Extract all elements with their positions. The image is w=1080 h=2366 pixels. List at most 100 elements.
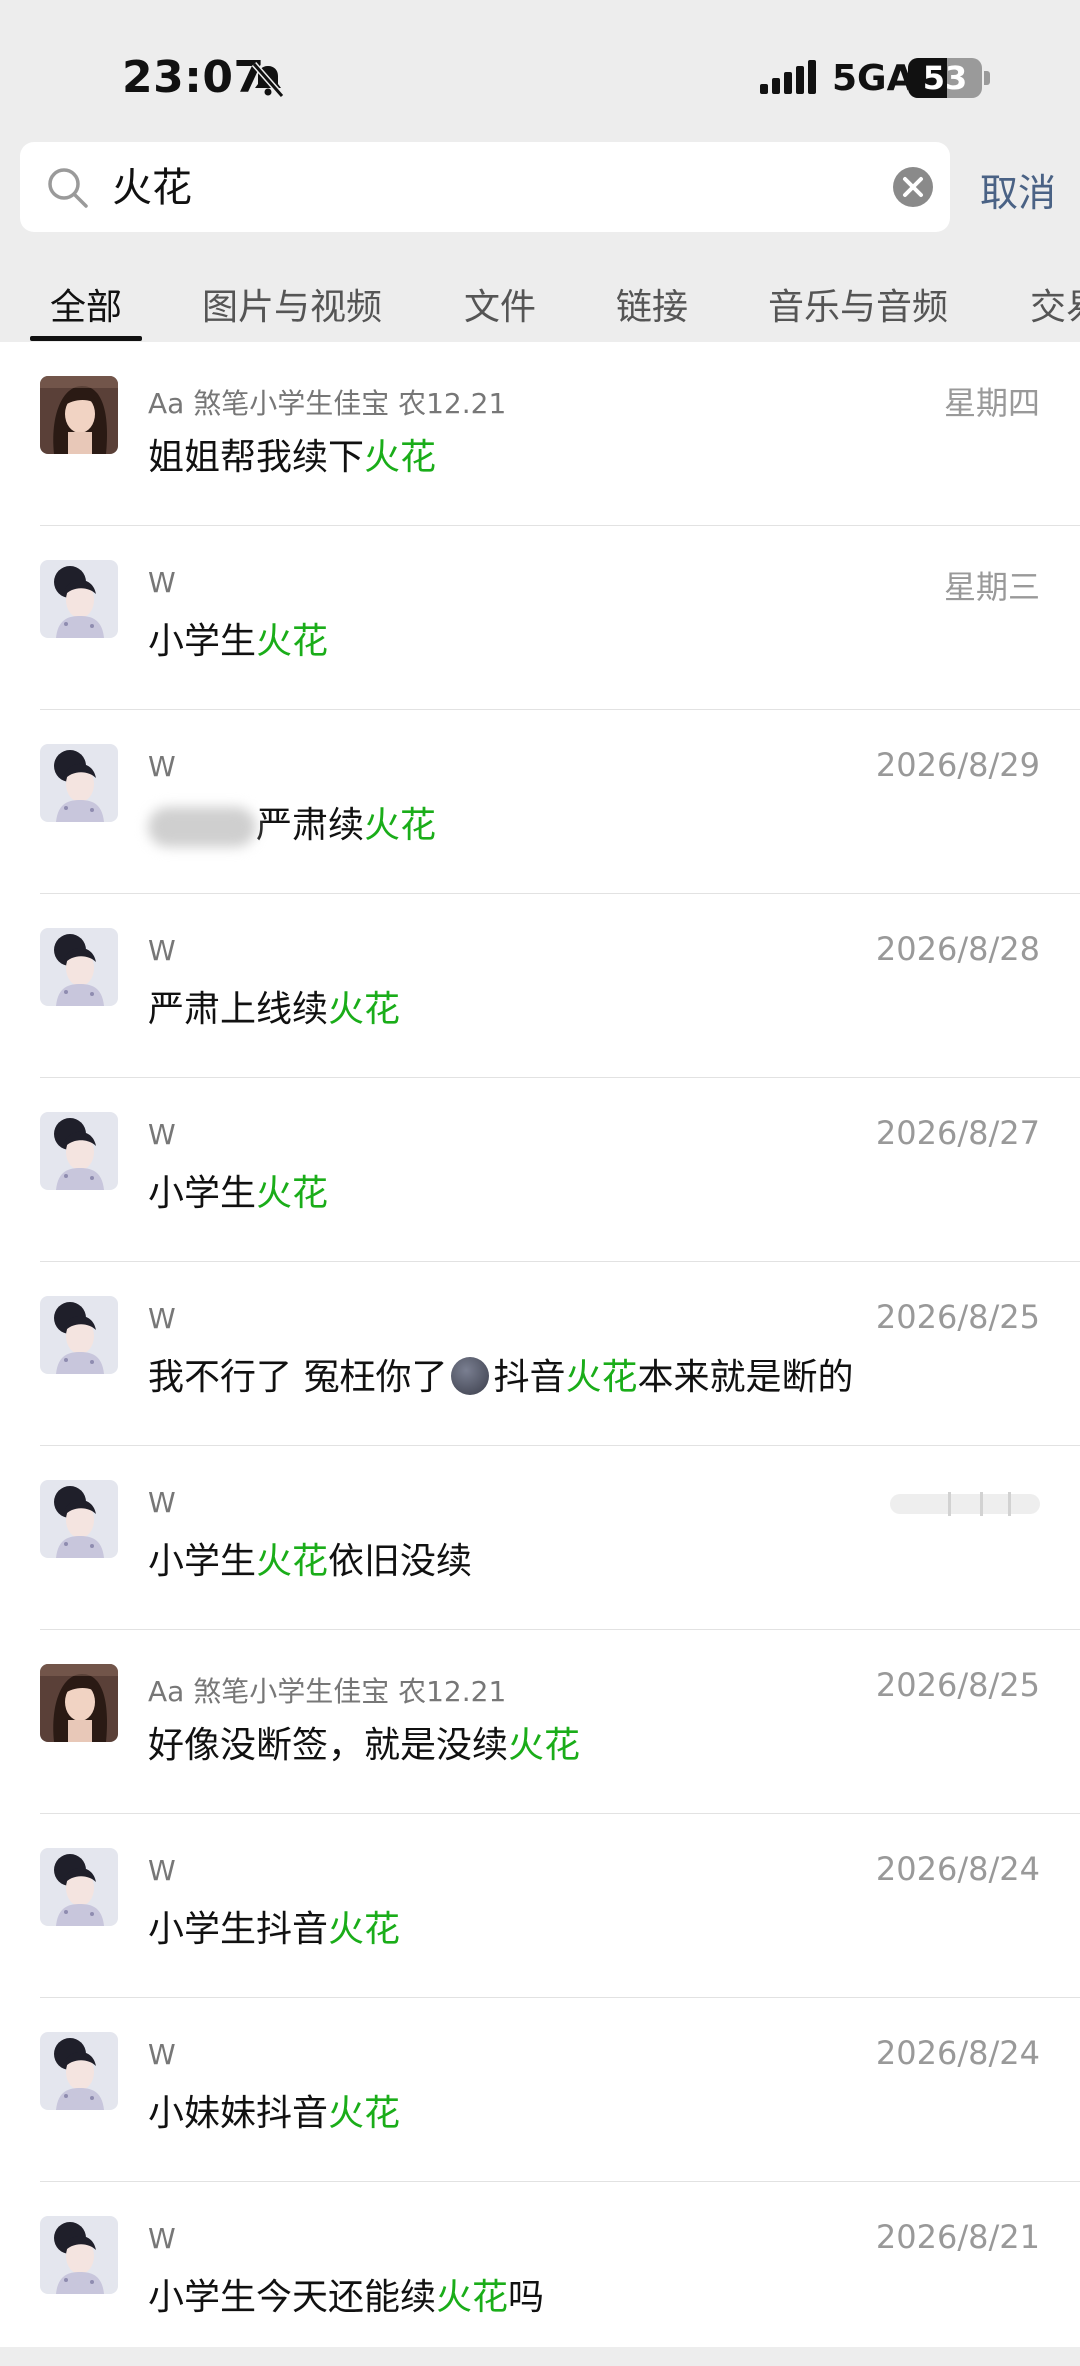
snippet-text: 小妹妹抖音 bbox=[148, 2093, 329, 2134]
list-item[interactable]: W 2026/8/28 严肃上线续火花 bbox=[0, 894, 1080, 1078]
message-date: 星期四 bbox=[943, 384, 1040, 422]
avatar bbox=[40, 928, 118, 1006]
highlight-keyword: 火花 bbox=[364, 437, 437, 478]
snippet-text: 严肃上线续 bbox=[148, 989, 329, 1030]
message-snippet: 小学生火花 bbox=[148, 1164, 328, 1216]
message-snippet: 小学生火花 bbox=[148, 612, 328, 664]
highlight-keyword: 火花 bbox=[328, 989, 401, 1030]
sender-name: W bbox=[148, 750, 176, 783]
snippet-text: 依旧没续 bbox=[328, 1541, 473, 1582]
list-item[interactable]: W 星期三 小学生火花 bbox=[0, 526, 1080, 710]
sender-name: W bbox=[148, 934, 176, 967]
tab-files[interactable]: 文件 bbox=[464, 278, 536, 330]
tab-music-audio[interactable]: 音乐与音频 bbox=[768, 278, 948, 330]
status-bar: 23:07 5GA 53 bbox=[0, 0, 1080, 140]
message-snippet: 小学生火花依旧没续 bbox=[148, 1532, 472, 1584]
snippet-text: 好像没断签，就是没续 bbox=[148, 1725, 509, 1766]
list-item[interactable]: W 2026/8/25 我不行了 冤枉你了 抖音火花本来就是断的 bbox=[0, 1262, 1080, 1446]
list-item[interactable]: W 2026/8/29 严肃续火花 bbox=[0, 710, 1080, 894]
clear-icon[interactable] bbox=[892, 166, 934, 208]
message-date: 2026/8/24 bbox=[875, 1850, 1040, 1888]
list-item[interactable]: Aa 煞笔小学生佳宝 农12.21 星期四 姐姐帮我续下火花 bbox=[0, 342, 1080, 526]
sender-name: W bbox=[148, 2222, 176, 2255]
snippet-text: 小学生今天还能续 bbox=[148, 2277, 437, 2318]
sender-name: Aa 煞笔小学生佳宝 农12.21 bbox=[148, 1675, 507, 1708]
sender-name: W bbox=[148, 1854, 176, 1887]
avatar bbox=[40, 1112, 118, 1190]
search-input[interactable] bbox=[110, 142, 894, 234]
message-snippet: 我不行了 冤枉你了 抖音火花本来就是断的 bbox=[148, 1348, 854, 1400]
message-date: 2026/8/27 bbox=[875, 1114, 1040, 1152]
highlight-keyword: 火花 bbox=[508, 1725, 581, 1766]
list-item[interactable]: Aa 煞笔小学生佳宝 农12.21 2026/8/25 好像没断签，就是没续火花 bbox=[0, 1630, 1080, 1814]
avatar bbox=[40, 2032, 118, 2110]
message-snippet: 姐姐帮我续下火花 bbox=[148, 428, 436, 480]
bell-muted-icon bbox=[251, 62, 285, 98]
highlight-keyword: 火花 bbox=[565, 1357, 638, 1398]
blurred-text bbox=[148, 807, 256, 847]
avatar bbox=[40, 1296, 118, 1374]
tab-links[interactable]: 链接 bbox=[616, 278, 688, 330]
message-snippet: 小学生抖音火花 bbox=[148, 1900, 400, 1952]
snippet-text: 抖音 bbox=[493, 1357, 566, 1398]
sender-name: W bbox=[148, 1302, 176, 1335]
message-snippet: 严肃上线续火花 bbox=[148, 980, 400, 1032]
list-item[interactable]: W 2026/8/27 小学生火花 bbox=[0, 1078, 1080, 1262]
list-item[interactable]: W 小学生火花依旧没续 bbox=[0, 1446, 1080, 1630]
filter-tabs: 全部 图片与视频 文件 链接 音乐与音频 交易 bbox=[0, 260, 1080, 342]
snippet-text: 小学生 bbox=[148, 1541, 257, 1582]
blurred-date bbox=[890, 1492, 1040, 1516]
cancel-button[interactable]: 取消 bbox=[980, 162, 1056, 217]
message-date: 2026/8/25 bbox=[875, 1666, 1040, 1704]
highlight-keyword: 火花 bbox=[436, 2277, 509, 2318]
avatar bbox=[40, 1664, 118, 1742]
list-item[interactable]: W 2026/8/24 小妹妹抖音火花 bbox=[0, 1998, 1080, 2182]
snippet-text: 严肃续 bbox=[256, 805, 365, 846]
network-type: 5GA bbox=[832, 58, 915, 99]
sender-name: W bbox=[148, 2038, 176, 2071]
avatar bbox=[40, 376, 118, 454]
message-date: 2026/8/24 bbox=[875, 2034, 1040, 2072]
message-date: 2026/8/28 bbox=[875, 930, 1040, 968]
battery-tip bbox=[984, 71, 990, 85]
message-snippet: 严肃续火花 bbox=[148, 796, 436, 848]
highlight-keyword: 火花 bbox=[256, 621, 329, 662]
battery-level: 53 bbox=[922, 59, 968, 97]
list-item[interactable]: W 2026/8/21 小学生今天还能续火花吗 bbox=[0, 2182, 1080, 2366]
tab-images-videos[interactable]: 图片与视频 bbox=[202, 278, 382, 330]
snippet-text: 小学生 bbox=[148, 1173, 257, 1214]
highlight-keyword: 火花 bbox=[328, 2093, 401, 2134]
snippet-text: 小学生 bbox=[148, 621, 257, 662]
message-date: 2026/8/29 bbox=[875, 746, 1040, 784]
message-snippet: 好像没断签，就是没续火花 bbox=[148, 1716, 580, 1768]
search-icon bbox=[48, 168, 88, 208]
message-date: 2026/8/25 bbox=[875, 1298, 1040, 1336]
signal-icon bbox=[760, 60, 816, 94]
snippet-text: 小学生抖音 bbox=[148, 1909, 329, 1950]
highlight-keyword: 火花 bbox=[364, 805, 437, 846]
message-snippet: 小学生今天还能续火花吗 bbox=[148, 2268, 544, 2320]
avatar bbox=[40, 1480, 118, 1558]
snippet-text: 我不行了 冤枉你了 bbox=[148, 1357, 448, 1398]
tab-transactions[interactable]: 交易 bbox=[1030, 278, 1080, 330]
search-bar[interactable] bbox=[20, 142, 950, 234]
snippet-text: 姐姐帮我续下 bbox=[148, 437, 365, 478]
active-tab-indicator bbox=[30, 336, 142, 341]
snippet-text: 本来就是断的 bbox=[637, 1357, 854, 1398]
tab-all[interactable]: 全部 bbox=[50, 278, 122, 330]
avatar bbox=[40, 744, 118, 822]
message-date: 星期三 bbox=[943, 568, 1040, 606]
sender-name: W bbox=[148, 1486, 176, 1519]
message-date: 2026/8/21 bbox=[875, 2218, 1040, 2256]
message-snippet: 小妹妹抖音火花 bbox=[148, 2084, 400, 2136]
status-time: 23:07 bbox=[122, 52, 265, 103]
list-item[interactable]: W 2026/8/24 小学生抖音火花 bbox=[0, 1814, 1080, 1998]
avatar bbox=[40, 560, 118, 638]
highlight-keyword: 火花 bbox=[256, 1173, 329, 1214]
avatar bbox=[40, 1848, 118, 1926]
sender-name: W bbox=[148, 1118, 176, 1151]
sender-name: W bbox=[148, 566, 176, 599]
highlight-keyword: 火花 bbox=[328, 1909, 401, 1950]
battery-icon: 53 bbox=[908, 58, 982, 98]
snippet-text: 吗 bbox=[508, 2277, 545, 2318]
